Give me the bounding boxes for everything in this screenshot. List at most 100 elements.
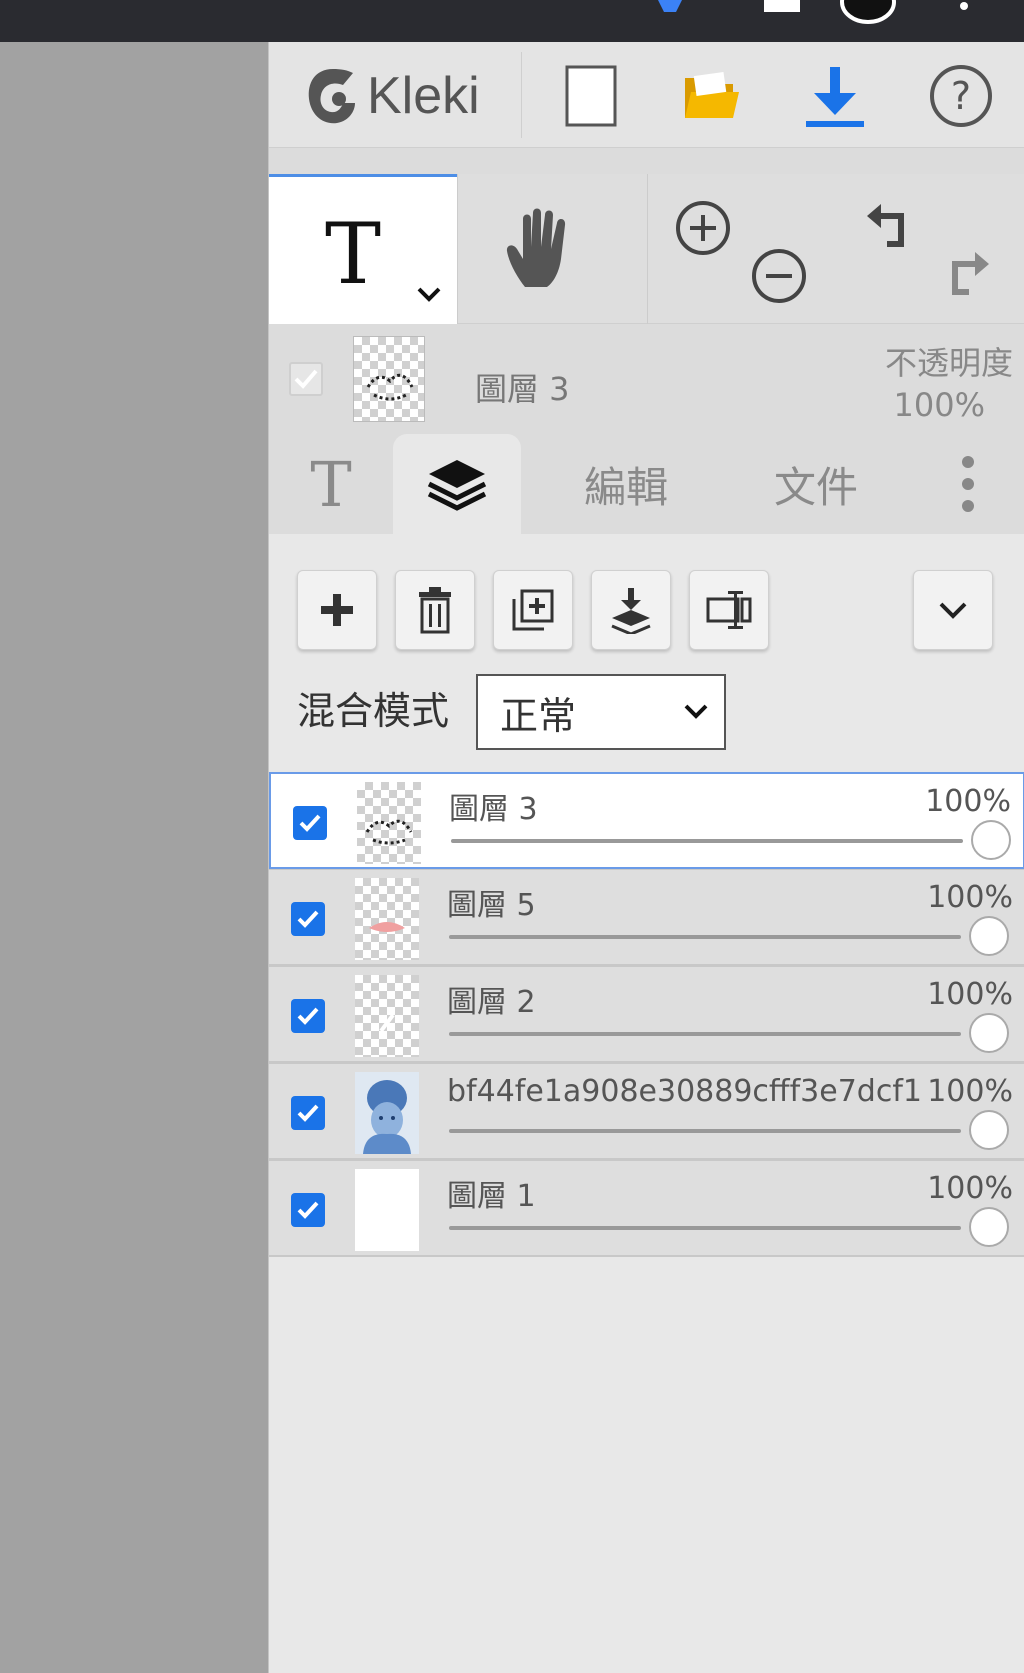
layer-opacity: 100% (927, 1074, 1013, 1109)
layer-sketch-preview (379, 1013, 395, 1033)
checkmark-icon (299, 814, 321, 832)
kleki-logo-icon (308, 69, 355, 124)
save-download-button[interactable] (785, 56, 885, 136)
layer-row[interactable]: 圖層 3 100% (269, 772, 1024, 869)
tab-more[interactable] (911, 434, 1024, 534)
add-layer-button[interactable] (297, 570, 377, 650)
redo-button[interactable] (937, 242, 997, 302)
rename-layer-button[interactable] (689, 570, 769, 650)
layer-opacity: 100% (927, 880, 1013, 915)
more-vertical-icon (962, 456, 974, 512)
zoom-out-button[interactable] (749, 246, 809, 306)
layer-name: 圖層 3 (449, 792, 538, 827)
side-panel: Kleki ? T 圖層 3 不透明度 100% T 編輯 文件 混合模式 正常… (268, 42, 1024, 1673)
layer-visibility-checkbox[interactable] (293, 806, 327, 840)
help-button[interactable]: ? (911, 56, 1011, 136)
trash-icon (419, 587, 451, 634)
layer-opacity-slider-handle[interactable] (969, 916, 1009, 956)
layer-thumbnail (355, 1072, 419, 1154)
delete-layer-button[interactable] (395, 570, 475, 650)
zoom-in-button[interactable] (673, 198, 733, 258)
open-file-button[interactable] (661, 56, 761, 136)
text-tool-icon: T (325, 205, 382, 303)
opacity-value: 100% (893, 386, 985, 424)
layer-opacity-slider-handle[interactable] (971, 820, 1011, 860)
kleki-logo[interactable]: Kleki (303, 56, 480, 136)
layer-row[interactable]: 圖層 2 100% (269, 966, 1024, 1063)
layer-row[interactable]: 圖層 5 100% (269, 869, 1024, 966)
undo-icon (867, 204, 904, 247)
layer-thumbnail (355, 878, 419, 960)
blend-mode-value: 正常 (500, 693, 577, 738)
text-tool-button[interactable]: T (269, 174, 457, 324)
undo-button[interactable] (861, 194, 921, 254)
layer-sketch-preview (369, 922, 405, 932)
tab-file-label: 文件 (773, 462, 858, 512)
top-bar: Kleki ? (269, 42, 1024, 148)
chevron-down-icon[interactable] (415, 285, 443, 305)
layer-visibility-checkbox[interactable] (291, 999, 325, 1033)
divider (521, 52, 522, 138)
layer-opacity-slider[interactable] (451, 839, 963, 843)
zoom-out-icon (752, 249, 806, 303)
layer-opacity-slider[interactable] (449, 935, 961, 939)
tool-row: T (269, 174, 1024, 324)
checkmark-icon (294, 369, 318, 389)
layer-opacity-slider-handle[interactable] (969, 1207, 1009, 1247)
layer-opacity: 100% (927, 977, 1013, 1012)
help-icon: ? (930, 65, 992, 127)
blend-mode-select[interactable]: 正常 (476, 674, 726, 750)
layer-row[interactable]: 圖層 1 100% (269, 1160, 1024, 1257)
layer-list: 圖層 3 100% 圖層 5 100% 圖層 2 100% bf44fe1a90… (269, 772, 1024, 1257)
checkmark-icon (297, 1007, 319, 1025)
current-layer-visibility-checkbox[interactable] (289, 362, 323, 396)
browser-menu-icon[interactable] (954, 0, 974, 16)
layer-name: 圖層 5 (447, 888, 536, 923)
panel-tabs: T 編輯 文件 (269, 434, 1024, 536)
extension-icon[interactable] (762, 0, 802, 14)
layer-image-preview (363, 1080, 411, 1154)
tab-layers[interactable] (393, 434, 521, 534)
blend-mode-label: 混合模式 (297, 689, 450, 733)
download-icon (806, 67, 864, 127)
layer-visibility-checkbox[interactable] (291, 902, 325, 936)
tab-file[interactable]: 文件 (721, 434, 911, 534)
bookmark-star-icon[interactable] (652, 0, 688, 20)
new-image-icon (565, 65, 617, 127)
layer-options-dropdown-button[interactable] (913, 570, 993, 650)
current-layer-info: 圖層 3 不透明度 100% (269, 324, 1024, 434)
layer-opacity-slider-handle[interactable] (969, 1013, 1009, 1053)
layer-row[interactable]: bf44fe1a908e30889cfff3e7dcf1 100% (269, 1063, 1024, 1160)
tab-edit-label: 編輯 (583, 462, 668, 512)
layer-opacity-slider[interactable] (449, 1129, 961, 1133)
layer-opacity-slider[interactable] (449, 1032, 961, 1036)
layer-visibility-checkbox[interactable] (291, 1193, 325, 1227)
rename-icon (706, 591, 752, 629)
new-image-button[interactable] (541, 56, 641, 136)
opacity-label: 不透明度 (884, 344, 1013, 382)
duplicate-icon (512, 589, 554, 631)
duplicate-layer-button[interactable] (493, 570, 573, 650)
merge-down-button[interactable] (591, 570, 671, 650)
plus-icon (321, 594, 353, 626)
tab-text-tool-label: T (310, 447, 352, 521)
layer-opacity-slider[interactable] (449, 1226, 961, 1230)
tab-text-tool[interactable]: T (269, 434, 393, 534)
svg-text:?: ? (951, 74, 971, 118)
hand-tool-button[interactable] (459, 174, 627, 324)
profile-avatar-icon[interactable] (840, 0, 896, 24)
layer-opacity-slider-handle[interactable] (969, 1110, 1009, 1150)
layer-sketch-preview (365, 819, 413, 845)
drawing-canvas[interactable] (0, 42, 268, 1673)
chevron-down-icon (939, 602, 967, 619)
zoom-in-icon (676, 201, 730, 255)
browser-toolbar (0, 0, 1024, 42)
redo-icon (952, 252, 989, 295)
open-folder-icon (685, 72, 739, 118)
tab-edit[interactable]: 編輯 (531, 434, 721, 534)
layer-sketch-preview (366, 373, 414, 401)
layer-name: bf44fe1a908e30889cfff3e7dcf1 (447, 1074, 922, 1109)
layer-visibility-checkbox[interactable] (291, 1096, 325, 1130)
chevron-down-icon (684, 704, 708, 719)
current-layer-name: 圖層 3 (475, 370, 570, 408)
